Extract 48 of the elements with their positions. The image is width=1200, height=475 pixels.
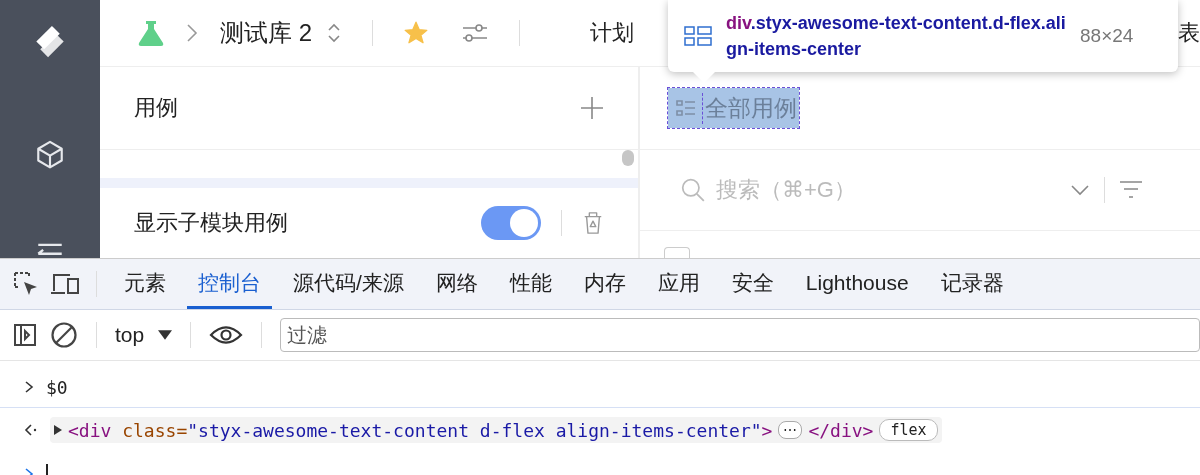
devtools-tab[interactable]: 性能 xyxy=(498,259,563,309)
chevron-right-icon xyxy=(186,23,198,43)
context-dropdown[interactable]: top xyxy=(115,323,173,347)
devtools-tab[interactable]: 记录器 xyxy=(929,259,1015,309)
scrollbar-thumb[interactable] xyxy=(622,150,634,166)
devtools-tab[interactable]: Lighthouse xyxy=(794,259,920,309)
element-size: 88×24 xyxy=(1080,25,1134,47)
nav-tab[interactable]: 表 xyxy=(1178,18,1200,48)
clear-console-icon[interactable] xyxy=(50,321,78,349)
devtools-tab[interactable]: 内存 xyxy=(572,259,637,309)
dropdown-arrow-icon xyxy=(158,330,173,340)
devtools-tab[interactable]: 源代码/来源 xyxy=(282,259,415,309)
recycle-bin-icon[interactable] xyxy=(582,210,604,236)
nav-tab[interactable]: 计划 xyxy=(590,18,634,48)
section-heading: 全部用例 xyxy=(702,92,797,124)
console-command: $0 xyxy=(46,376,68,398)
filter-field[interactable]: 过滤 xyxy=(280,318,1200,352)
devtools-tab[interactable]: 应用 xyxy=(646,259,711,309)
device-toolbar-icon[interactable] xyxy=(50,271,80,297)
flex-badge[interactable]: flex xyxy=(879,419,938,441)
project-name[interactable]: 测试库 2 xyxy=(220,17,312,49)
element-selector: div.styx-awesome-text-content.d-flex.align-items-center xyxy=(726,12,1066,61)
search-icon xyxy=(680,177,706,203)
toggle-label: 显示子模块用例 xyxy=(134,209,289,237)
devtools-tab[interactable]: 网络 xyxy=(424,259,489,309)
sliders-icon[interactable] xyxy=(461,23,489,43)
panel-title: 用例 xyxy=(134,94,178,122)
star-icon[interactable] xyxy=(403,20,429,46)
eye-icon[interactable] xyxy=(209,324,244,346)
closing-tag: </div> xyxy=(808,419,874,441)
chevron-down-icon[interactable] xyxy=(1070,184,1090,196)
ellipsis-button[interactable]: ⋯ xyxy=(778,421,803,439)
cube-icon[interactable] xyxy=(34,139,66,171)
element-node[interactable]: <div class="styx-awesome-text-content d-flex align-items-center"> xyxy=(68,419,773,441)
row-checkbox[interactable] xyxy=(664,247,690,258)
devtools-tab[interactable]: 控制台 xyxy=(187,259,272,309)
switch-icon[interactable] xyxy=(326,21,342,45)
grid-layout-icon xyxy=(684,26,712,46)
chevron-right-icon xyxy=(24,380,34,394)
devtools-tab[interactable]: 安全 xyxy=(720,259,785,309)
return-arrow-icon xyxy=(24,423,38,437)
toggle-switch[interactable] xyxy=(481,206,541,240)
filter-icon[interactable] xyxy=(1119,180,1143,200)
add-icon[interactable] xyxy=(580,96,604,120)
expand-triangle-icon[interactable] xyxy=(54,425,62,435)
sidebar-toggle-icon[interactable] xyxy=(12,322,38,348)
flask-icon xyxy=(136,18,166,48)
devtools-tab[interactable]: 元素 xyxy=(113,259,177,309)
